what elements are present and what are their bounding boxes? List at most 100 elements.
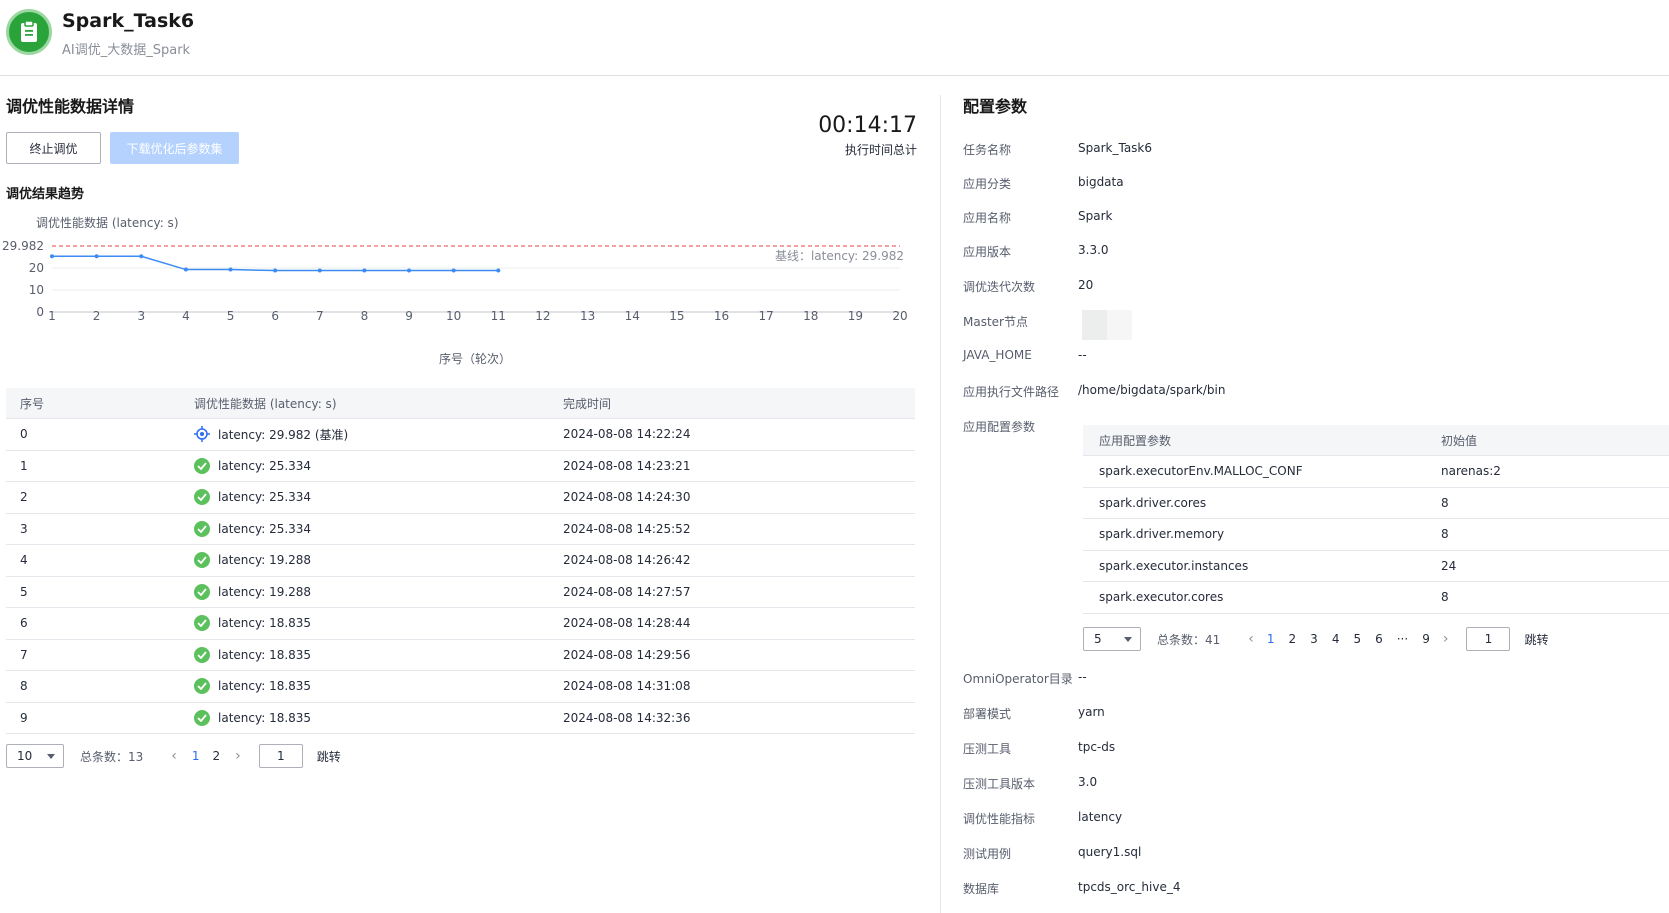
timer-label: 执行时间总计 [844, 143, 917, 157]
config-value: 3.3.0 [1078, 243, 1109, 257]
config-value: bigdata [1078, 175, 1124, 189]
config-label: 压测工具版本 [963, 777, 1036, 791]
param-value: 8 [1441, 527, 1449, 542]
row-value-text: latency: 25.334 [218, 490, 312, 505]
config-value: 20 [1078, 278, 1094, 292]
config-label: 部署模式 [963, 707, 1012, 721]
series-point [317, 268, 322, 273]
row-value: latency: 18.835 [186, 709, 549, 726]
param-name: spark.driver.memory [1099, 527, 1225, 542]
row-value-text: latency: 29.982 (基准) [218, 427, 349, 442]
row-time: 2024-08-08 14:26:42 [563, 553, 691, 568]
series-point [94, 254, 99, 259]
param-name: spark.executorEnv.MALLOC_CONF [1099, 464, 1303, 479]
perf-table: 序号 调优性能数据 (latency: s) 完成时间 0 latency: 2… [6, 388, 915, 734]
x-tick-label: 3 [137, 309, 145, 323]
row-index: 4 [20, 553, 28, 568]
x-tick-label: 4 [182, 309, 190, 323]
x-tick-label: 13 [580, 309, 595, 323]
row-time: 2024-08-08 14:22:24 [563, 427, 691, 442]
param-page[interactable]: 3 [1310, 632, 1318, 646]
table-row: 2 latency: 25.334 2024-08-08 14:24:30 [6, 482, 915, 514]
config-label: OmniOperator目录 [963, 672, 1073, 686]
x-tick-label: 2 [93, 309, 101, 323]
chart-xlabel: 序号（轮次） [439, 351, 511, 366]
col-header-index: 序号 [20, 396, 45, 411]
param-page[interactable]: 4 [1332, 632, 1340, 646]
param-page[interactable]: 2 [1289, 632, 1297, 646]
param-page[interactable]: 9 [1422, 632, 1430, 646]
param-name: spark.driver.cores [1099, 495, 1207, 510]
param-page-size-select[interactable]: 5 [1083, 627, 1141, 651]
row-time: 2024-08-08 14:25:52 [563, 521, 691, 536]
config-label: Master节点 [963, 315, 1028, 329]
param-page[interactable]: 5 [1353, 632, 1361, 646]
x-tick-label: 6 [271, 309, 279, 323]
y-tick-label: 29.982 [2, 239, 44, 253]
download-params-button[interactable]: 下载优化后参数集 [110, 132, 239, 164]
config-label: 任务名称 [963, 143, 1012, 157]
table-row: 7 latency: 18.835 2024-08-08 14:29:56 [6, 640, 915, 671]
config-label: 应用执行文件路径 [963, 385, 1060, 399]
config-value: Spark [1078, 209, 1113, 223]
prev-page-icon[interactable]: ‹ [171, 748, 177, 764]
param-next-page-icon[interactable]: › [1443, 631, 1449, 647]
task-logo-icon [6, 9, 52, 55]
config-label: JAVA_HOME [963, 348, 1032, 362]
x-tick-label: 12 [535, 309, 550, 323]
row-time: 2024-08-08 14:23:21 [563, 458, 691, 473]
row-value: latency: 25.334 [186, 520, 549, 537]
param-page[interactable]: ··· [1397, 632, 1408, 646]
config-value: 3.0 [1078, 775, 1098, 789]
jump-button[interactable]: 跳转 [317, 748, 341, 765]
row-time: 2024-08-08 14:24:30 [563, 490, 691, 505]
check-icon [194, 489, 210, 506]
row-value-text: latency: 25.334 [218, 521, 312, 536]
config-label: 应用名称 [963, 211, 1012, 225]
row-time: 2024-08-08 14:29:56 [563, 647, 691, 662]
param-page[interactable]: 1 [1267, 632, 1275, 646]
row-value: latency: 18.835 [186, 646, 549, 663]
param-prev-page-icon[interactable]: ‹ [1248, 631, 1254, 647]
config-value: Spark_Task6 [1078, 141, 1153, 155]
table-row: 0 latency: 29.982 (基准) 2024-08-08 14:22:… [6, 419, 915, 451]
config-value: -- [1078, 348, 1087, 362]
page-size-select[interactable]: 10 [6, 744, 64, 768]
table-row: 8 latency: 18.835 2024-08-08 14:31:08 [6, 671, 915, 703]
row-value: latency: 18.835 [186, 678, 549, 695]
total-count: 总条数：13 [80, 749, 144, 764]
row-value-text: latency: 18.835 [218, 647, 312, 662]
param-value: narenas:2 [1441, 464, 1501, 479]
param-row: spark.executor.instances 24 [1083, 551, 1669, 582]
baseline-label: 基线：latency: 29.982 [775, 249, 904, 263]
param-jump-input[interactable]: 1 [1466, 627, 1511, 651]
check-icon [194, 709, 210, 726]
config-value: yarn [1078, 705, 1105, 719]
row-value-text: latency: 18.835 [218, 679, 312, 694]
page-2[interactable]: 2 [213, 749, 221, 763]
x-tick-label: 8 [361, 309, 369, 323]
config-label: 应用版本 [963, 245, 1012, 259]
next-page-icon[interactable]: › [235, 748, 241, 764]
x-tick-label: 11 [491, 309, 506, 323]
check-icon [194, 457, 210, 474]
row-index: 1 [20, 458, 28, 473]
row-index: 3 [20, 521, 28, 536]
series-point [50, 254, 54, 259]
jump-input[interactable]: 1 [258, 744, 303, 768]
master-node-value [1082, 310, 1132, 340]
row-time: 2024-08-08 14:28:44 [563, 616, 691, 631]
row-index: 5 [20, 584, 28, 599]
check-icon [194, 646, 210, 663]
panel-divider [940, 95, 941, 913]
config-label: 应用分类 [963, 177, 1012, 191]
param-jump-button[interactable]: 跳转 [1524, 631, 1548, 648]
chart-title: 调优性能数据 (latency: s) [36, 215, 179, 230]
param-page[interactable]: 6 [1375, 632, 1383, 646]
row-index: 9 [20, 710, 28, 725]
stop-tuning-button[interactable]: 终止调优 [6, 132, 101, 164]
table-row: 6 latency: 18.835 2024-08-08 14:28:44 [6, 608, 915, 640]
table-row: 5 latency: 19.288 2024-08-08 14:27:57 [6, 577, 915, 608]
config-label: 数据库 [963, 882, 1000, 896]
page-1[interactable]: 1 [192, 749, 200, 763]
